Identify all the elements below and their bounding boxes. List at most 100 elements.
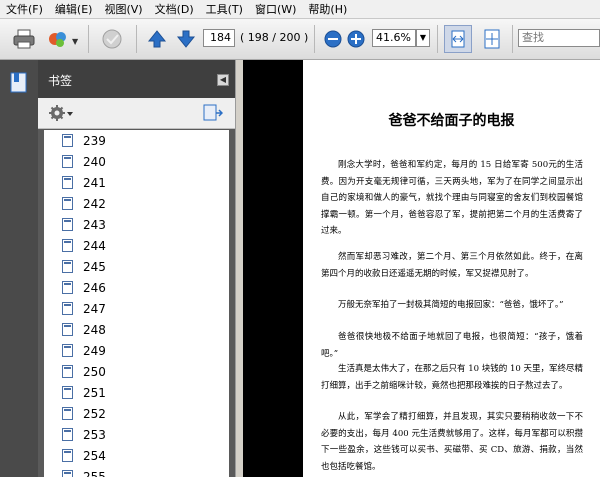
toolbar-separator [314,25,315,53]
options-button[interactable] [48,104,74,125]
bookmark-item[interactable]: 255 [44,466,229,477]
document-icon [62,365,73,378]
bookmark-label: 242 [83,196,106,211]
bookmark-label: 254 [83,448,106,463]
bookmark-label: 241 [83,175,106,190]
bookmark-label: 249 [83,343,106,358]
bookmark-list: 239 240 241 242 243 244 245 246 247 248 … [44,130,229,477]
document-icon [62,197,73,210]
menu-view[interactable]: 视图(V) [98,1,148,17]
fit-width-icon [451,30,465,48]
menu-help[interactable]: 帮助(H) [302,1,353,17]
bookmarks-tab[interactable] [10,72,28,97]
document-paragraph: 生活真是太伟大了，在那之后只有 10 块钱的 10 天里，军终尽精打细算，出手之… [321,364,583,391]
search-input[interactable]: 查找 [518,29,600,47]
sign-button[interactable] [100,27,124,51]
collaborate-icon [49,32,66,47]
menu-bar: 文件(F) 编辑(E) 视图(V) 文档(D) 工具(T) 窗口(W) 帮助(H… [0,0,600,19]
document-paragraph: 爸爸很快地极不给面子地就回了电报，也很简短：“孩子，饿着吧。” [321,332,583,359]
sign-icon [102,29,122,49]
bookmarks-panel: 书签 ◀ 239 240 241 242 243 244 245 246 247… [38,60,235,477]
arrow-up-icon [147,30,167,48]
document-paragraph: 从此，军学会了精打细算，并且发现，其实只要稍稍收敛一下不必要的支出，每月 400… [321,412,583,472]
document-paragraph: 然而军却恶习难改，第二个月、第三个月依然如此。终于，在离第四个月的收款日还遥遥无… [321,252,583,279]
next-page-button[interactable] [174,27,198,51]
fit-page-button[interactable] [480,27,504,51]
document-icon [62,449,73,462]
toolbar-separator [88,25,89,53]
bookmark-label: 243 [83,217,106,232]
toolbar-separator [437,25,438,53]
menu-file[interactable]: 文件(F) [0,1,49,17]
bookmark-expand-icon [203,104,224,121]
menu-document[interactable]: 文档(D) [149,1,200,17]
bookmark-label: 246 [83,280,106,295]
bookmark-item[interactable]: 240 [44,151,229,172]
bookmark-item[interactable]: 245 [44,256,229,277]
bookmark-label: 251 [83,385,106,400]
zoom-in-icon [347,30,365,48]
zoom-out-icon [324,30,342,48]
chevron-down-icon[interactable]: ▼ [72,37,78,46]
menu-edit[interactable]: 编辑(E) [49,1,99,17]
zoom-dropdown[interactable]: ▼ [416,29,430,47]
document-icon [62,134,73,147]
bookmark-item[interactable]: 244 [44,235,229,256]
bookmark-item[interactable]: 253 [44,424,229,445]
print-button[interactable] [12,27,36,51]
previous-page-button[interactable] [145,27,169,51]
bookmark-item[interactable]: 251 [44,382,229,403]
bookmark-label: 250 [83,364,106,379]
document-icon [62,176,73,189]
document-icon [62,428,73,441]
collaborate-button[interactable] [46,27,70,51]
bookmark-label: 252 [83,406,106,421]
bookmark-label: 253 [83,427,106,442]
bookmark-item[interactable]: 246 [44,277,229,298]
document-icon [62,218,73,231]
bookmark-item[interactable]: 249 [44,340,229,361]
zoom-in-button[interactable] [344,27,368,51]
bookmark-item[interactable]: 254 [44,445,229,466]
page-number-input[interactable]: 184 [203,29,235,47]
bookmark-item[interactable]: 248 [44,319,229,340]
zoom-out-button[interactable] [321,27,345,51]
bookmark-item[interactable]: 250 [44,361,229,382]
fit-width-button[interactable] [444,25,472,53]
expand-bookmark-button[interactable] [203,103,224,126]
document-icon [62,323,73,336]
arrow-down-icon [176,30,196,48]
toolbar-separator [512,25,513,53]
fit-page-icon [484,29,500,49]
bookmark-options-bar [38,98,235,129]
bookmark-item[interactable]: 239 [44,130,229,151]
document-icon [62,470,73,477]
bookmarks-header: 书签 ◀ [38,60,235,98]
printer-icon [13,29,35,49]
menu-tools[interactable]: 工具(T) [200,1,249,17]
bookmark-item[interactable]: 241 [44,172,229,193]
bookmark-item[interactable]: 247 [44,298,229,319]
document-icon [62,155,73,168]
bookmark-label: 248 [83,322,106,337]
bookmark-item[interactable]: 242 [44,193,229,214]
gear-icon [49,105,73,121]
document-title: 爸爸不给面子的电报 [388,113,515,129]
chevron-left-icon: ◀ [219,75,227,84]
document-icon [62,344,73,357]
document-icon [62,239,73,252]
document-paragraph: 刚念大学时，爸爸和军约定，每月的 15 日给军寄 500元的生活费。因为开支毫无… [321,160,583,236]
bookmarks-title: 书签 [48,74,73,88]
bookmark-label: 244 [83,238,106,253]
document-paragraph: 万般无奈军拍了一封极其简短的电报回家：“爸爸，饿坏了。” [338,300,564,310]
bookmark-item[interactable]: 243 [44,214,229,235]
zoom-input[interactable]: 41.6% [372,29,416,47]
bookmark-item[interactable]: 252 [44,403,229,424]
navigation-panel [0,60,38,477]
document-view[interactable]: 爸爸不给面子的电报 刚念大学时，爸爸和军约定，每月的 15 日给军寄 500元的… [243,60,600,477]
toolbar-separator [136,25,137,53]
document-icon [62,302,73,315]
menu-window[interactable]: 窗口(W) [249,1,302,17]
collapse-panel-button[interactable]: ◀ [217,74,229,86]
toolbar: ▼ 184 ( 198 / 200 ) 41.6% ▼ 查找 [0,19,600,60]
